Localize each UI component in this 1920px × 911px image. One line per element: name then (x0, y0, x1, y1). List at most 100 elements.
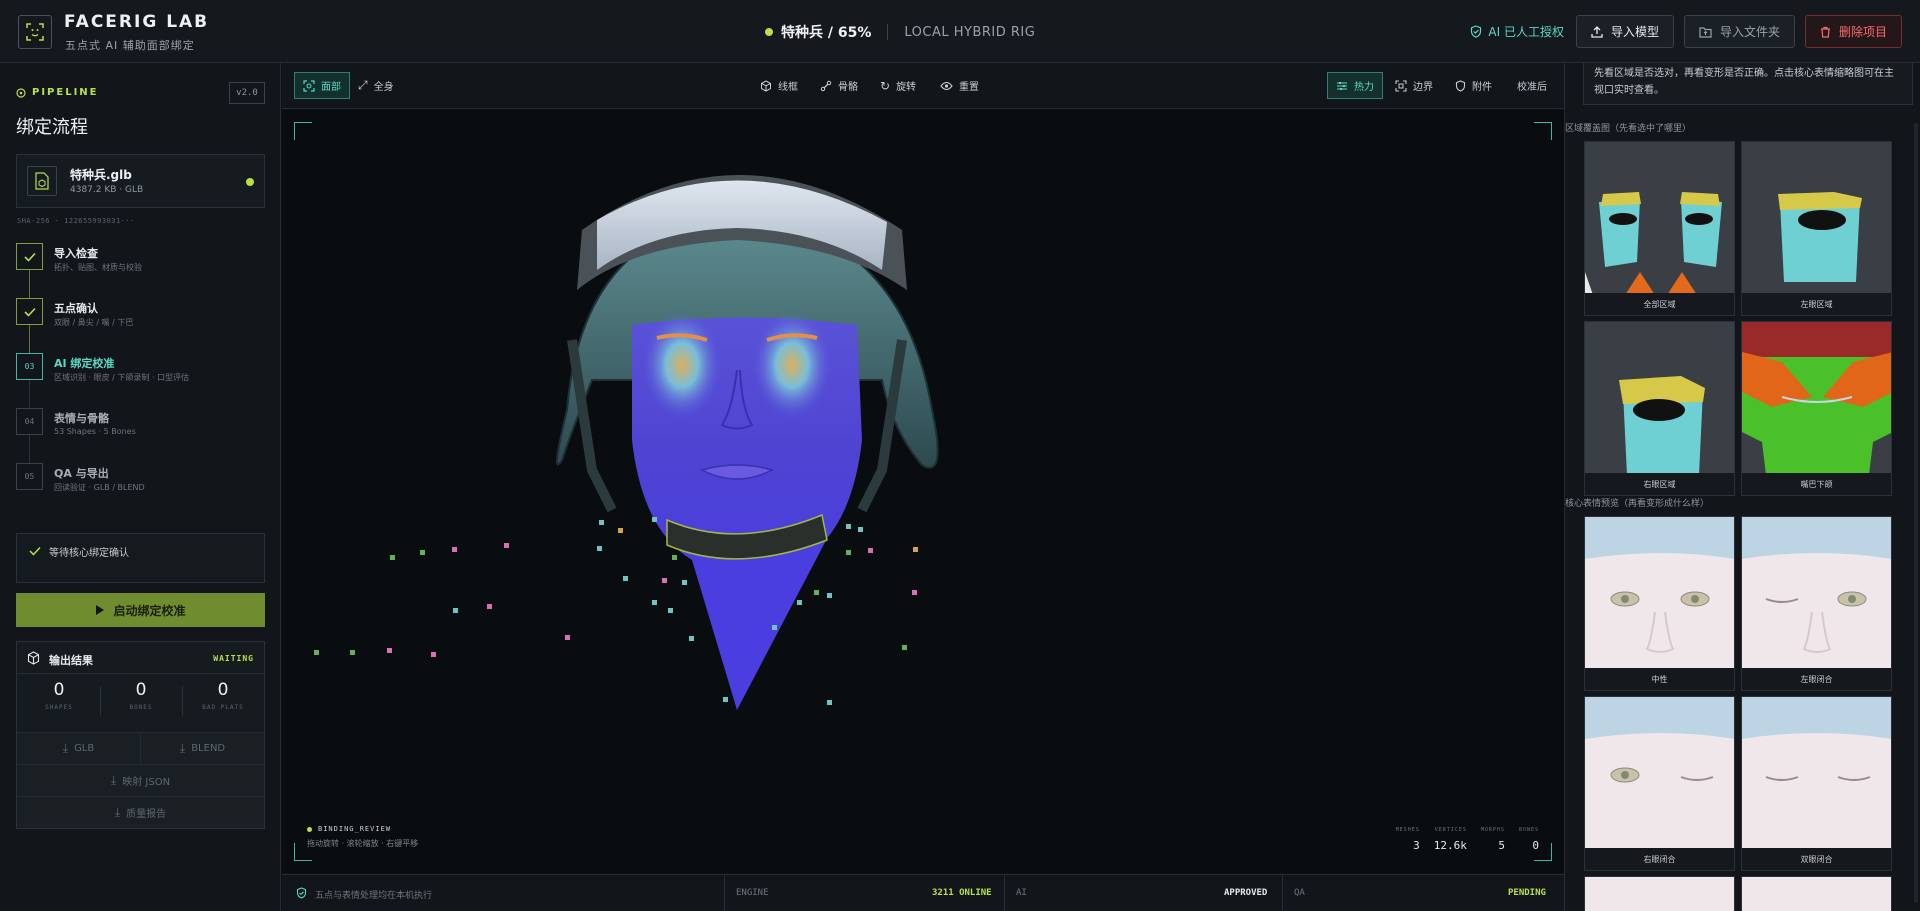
expr-thumb-more[interactable] (1584, 876, 1735, 911)
region-thumb-right-eye[interactable]: 右眼区域 (1584, 321, 1735, 496)
region-thumb-left-eye[interactable]: 左眼区域 (1741, 141, 1892, 316)
thumb-label: 左眼区域 (1742, 293, 1891, 315)
expression-preview-image (1742, 697, 1891, 850)
step-connector (29, 380, 30, 408)
download-row: ⤓ 质量报告 (17, 796, 264, 828)
step-subtitle: 回读验证 · GLB / BLEND (54, 483, 145, 492)
boundary-toggle[interactable]: 边界 (1387, 72, 1441, 99)
expr-thumb-more[interactable] (1741, 876, 1892, 911)
attachments-toggle[interactable]: 附件 (1447, 72, 1500, 99)
stat-bad-plats: 0 BAD PLATS (183, 680, 263, 711)
expr-thumb-left-eye-closed[interactable]: 左眼闭合 (1741, 516, 1892, 691)
3d-viewport[interactable]: BINDING_REVIEW 拖动旋转 · 滚轮缩放 · 右键平移 MESHES… (282, 110, 1564, 873)
region-section-title: 区域覆盖图（先看选中了哪里） (1565, 124, 1692, 134)
metric-label: MORPHS (1480, 827, 1505, 833)
download-icon: ⤓ (110, 773, 117, 787)
import-folder-button[interactable]: 导入文件夹 (1683, 15, 1795, 48)
output-status: WAITING (213, 654, 254, 663)
flow-title: 绑定流程 (16, 117, 88, 138)
expr-thumb-both-eyes-closed[interactable]: 双眼闭合 (1741, 696, 1892, 871)
pipeline-label: PIPELINE (16, 87, 99, 98)
file-hash: SHA-256 · 122655993031··· (17, 217, 135, 225)
step-connector (29, 270, 30, 298)
expression-preview-image (1742, 517, 1891, 670)
delete-project-label: 删除项目 (1838, 25, 1887, 39)
thumb-label: 双眼闭合 (1742, 848, 1891, 870)
rotate-toggle[interactable]: ↻ 旋转 (872, 72, 924, 99)
view-full-button[interactable]: ⤢ 全身 (350, 72, 402, 99)
shield-icon (1455, 79, 1466, 92)
brand-subtitle: 五点式 AI 辅助面部绑定 (65, 39, 195, 52)
download-icon: ⤓ (62, 741, 69, 755)
calibrated-toggle[interactable]: 校准后 (1509, 72, 1555, 99)
import-model-label: 导入模型 (1610, 25, 1659, 39)
step-import-check[interactable]: 导入检查 拓扑、贴图、材质与校验 (16, 243, 266, 298)
cube-icon (27, 651, 40, 665)
app-header: FACERIG LAB 五点式 AI 辅助面部绑定 特种兵 / 65% LOCA… (0, 0, 1920, 63)
region-thumb-mouth-jaw[interactable]: 嘴巴下颌 (1741, 321, 1892, 496)
expression-preview-image (1585, 697, 1734, 850)
bone-icon (820, 80, 832, 91)
download-row: ⤓ GLB ⤓ BLEND (17, 732, 264, 764)
step-expressions-bones[interactable]: 04 表情与骨骼 53 Shapes · 5 Bones (16, 408, 266, 463)
view-face-button[interactable]: 面部 (294, 72, 350, 99)
pipeline-steps: 导入检查 拓扑、贴图、材质与校验 五点确认 双眼 / 鼻尖 / 嘴 / 下巴 0… (16, 243, 266, 518)
thumb-label: 右眼闭合 (1585, 848, 1734, 870)
step-title: 五点确认 (54, 302, 98, 315)
download-report-button[interactable]: ⤓ 质量报告 (17, 797, 264, 828)
step-five-points[interactable]: 五点确认 双眼 / 鼻尖 / 嘴 / 下巴 (16, 298, 266, 353)
file-name: 特种兵.glb (70, 168, 132, 182)
model-file-card[interactable]: 特种兵.glb 4387.2 KB · GLB (16, 154, 265, 208)
download-json-button[interactable]: ⤓ 映射 JSON (17, 765, 264, 796)
step-connector (29, 435, 30, 463)
metric-value: 0 (1532, 839, 1539, 852)
file-cube-icon (27, 166, 57, 196)
output-title: 输出结果 (49, 654, 93, 667)
expression-preview-image (1585, 517, 1734, 670)
stat-value: 0 (53, 680, 65, 700)
step-number: 03 (16, 353, 43, 380)
step-title: 导入检查 (54, 247, 98, 260)
import-folder-label: 导入文件夹 (1719, 25, 1780, 39)
step-title: AI 绑定校准 (54, 357, 115, 370)
download-blend-button[interactable]: ⤓ BLEND (140, 733, 264, 764)
metric-value: 5 (1498, 839, 1505, 852)
cube-icon (761, 79, 771, 92)
view-full-label: 全身 (373, 82, 394, 93)
download-json-label: 映射 JSON (122, 777, 171, 788)
metric-morphs: MORPHS 5 (1481, 827, 1505, 852)
status-bar: 五点与表情处理均在本机执行 ENGINE 3211 ONLINE AI APPR… (282, 874, 1564, 911)
wireframe-toggle[interactable]: 线框 (752, 72, 806, 99)
output-results-card: 输出结果 WAITING 0 SHAPES 0 BONES 0 BAD PLAT… (16, 641, 265, 829)
heat-particles (314, 517, 918, 705)
delete-project-button[interactable]: 删除项目 (1804, 15, 1902, 48)
reset-view-button[interactable]: 重置 (932, 72, 987, 99)
engine-status-label: ENGINE (736, 888, 769, 898)
bones-toggle[interactable]: 骨骼 (812, 72, 866, 99)
metric-bones: BONES 0 (1519, 827, 1539, 852)
metric-value: 12.6k (1433, 839, 1467, 852)
upload-icon (1591, 25, 1603, 38)
face-frame-icon (303, 79, 315, 92)
binding-status: BINDING_REVIEW 拖动旋转 · 滚轮缩放 · 右键平移 (307, 825, 418, 849)
ai-status-value: APPROVED (1224, 888, 1268, 898)
metric-meshes: MESHES 3 (1396, 827, 1420, 852)
import-model-button[interactable]: 导入模型 (1575, 15, 1674, 48)
viewport-toolbar: 面部 ⤢ 全身 线框 骨骼 ↻ 旋转 重置 热力 边界 附件 校准后 (282, 63, 1564, 109)
metric-label: VERTICES (1434, 827, 1467, 833)
heatmap-toggle[interactable]: 热力 (1327, 72, 1383, 99)
step-qa-export[interactable]: 05 QA 与导出 回读验证 · GLB / BLEND (16, 463, 266, 518)
expr-thumb-neutral[interactable]: 中性 (1584, 516, 1735, 691)
download-glb-label: GLB (74, 743, 95, 754)
pipeline-text: PIPELINE (32, 87, 99, 98)
expr-thumb-right-eye-closed[interactable]: 右眼闭合 (1584, 696, 1735, 871)
download-glb-button[interactable]: ⤓ GLB (17, 733, 140, 764)
start-calibration-button[interactable]: 启动绑定校准 (16, 593, 265, 627)
step-ai-calibration[interactable]: 03 AI 绑定校准 区域识别 · 眼皮 / 下颌录制 · 口型评估 (16, 353, 266, 408)
region-thumb-all[interactable]: 全部区域 (1584, 141, 1735, 316)
engine-label: LOCAL HYBRID RIG (904, 24, 1036, 40)
panel-scrollbar[interactable] (1914, 123, 1918, 903)
qa-status-value: PENDING (1508, 888, 1546, 898)
target-icon (16, 87, 26, 98)
expand-icon: ⤢ (358, 78, 368, 92)
